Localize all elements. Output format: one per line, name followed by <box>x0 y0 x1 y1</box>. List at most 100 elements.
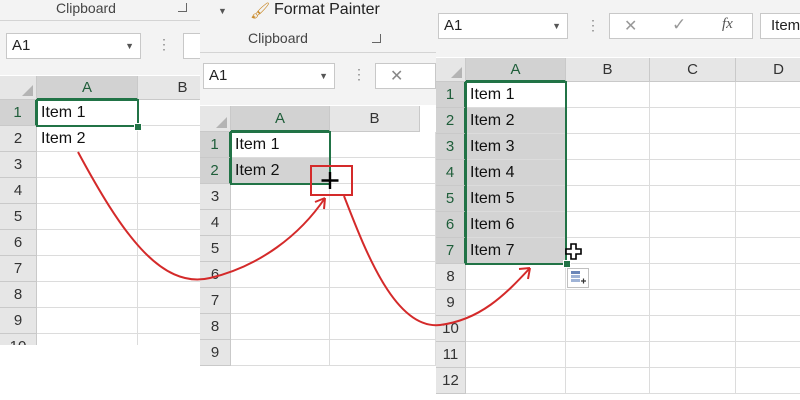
chevron-down-icon[interactable]: ▼ <box>319 64 328 88</box>
cell-c9[interactable] <box>650 290 736 316</box>
cell-a4[interactable] <box>37 178 138 204</box>
row-header-4[interactable]: 4 <box>0 178 37 204</box>
cell-a3[interactable] <box>37 152 138 178</box>
fill-handle[interactable] <box>134 123 142 131</box>
cell-a9[interactable] <box>466 290 566 316</box>
cell-d6[interactable] <box>736 212 800 238</box>
row-header-3[interactable]: 3 <box>436 134 466 160</box>
cell-b2[interactable] <box>138 126 200 152</box>
cell-a6[interactable]: Item 6 <box>466 212 566 238</box>
cell-b3[interactable] <box>566 134 650 160</box>
row-header-3[interactable]: 3 <box>200 184 231 210</box>
cell-a8[interactable] <box>231 314 330 340</box>
cell-a9[interactable] <box>37 308 138 334</box>
cell-a4[interactable]: Item 4 <box>466 160 566 186</box>
cell-b1[interactable] <box>330 132 436 158</box>
cell-b4[interactable] <box>566 160 650 186</box>
name-box[interactable]: A1 ▼ <box>6 33 141 59</box>
cell-b9[interactable] <box>330 340 436 366</box>
worksheet-grid[interactable]: A B 1 2 3 4 5 6 7 8 9 Item 1 Item 2 <box>200 106 436 380</box>
cell-c5[interactable] <box>650 186 736 212</box>
select-all-corner[interactable] <box>200 106 231 132</box>
dialog-launcher-icon[interactable] <box>372 34 381 43</box>
column-header-a[interactable]: A <box>37 76 138 100</box>
row-header-2[interactable]: 2 <box>0 126 37 152</box>
cell-d7[interactable] <box>736 238 800 264</box>
cell-a5[interactable] <box>37 204 138 230</box>
cell-b7[interactable] <box>138 256 200 282</box>
cell-d3[interactable] <box>736 134 800 160</box>
cell-b6[interactable] <box>566 212 650 238</box>
cell-b6[interactable] <box>138 230 200 256</box>
column-header-a[interactable]: A <box>231 106 330 132</box>
cell-a2[interactable]: Item 2 <box>466 108 566 134</box>
cell-a7[interactable] <box>37 256 138 282</box>
cell-d1[interactable] <box>736 82 800 108</box>
insert-function-icon[interactable]: fx <box>722 16 733 33</box>
row-header-9[interactable]: 9 <box>0 308 37 334</box>
dialog-launcher-icon[interactable] <box>178 3 187 12</box>
cell-c2[interactable] <box>650 108 736 134</box>
more-options-icon[interactable]: ⋮ <box>352 66 366 83</box>
select-all-corner[interactable] <box>436 58 466 82</box>
cell-a7[interactable] <box>231 288 330 314</box>
column-header-b[interactable]: B <box>138 76 200 100</box>
cell-c6[interactable] <box>650 212 736 238</box>
cell-a5[interactable] <box>231 236 330 262</box>
enter-check-icon[interactable]: ✓ <box>672 15 686 35</box>
cell-b8[interactable] <box>330 314 436 340</box>
worksheet-grid[interactable]: A B 1 2 3 4 5 6 7 8 9 10 Item 1 Item 2 <box>0 76 200 345</box>
cell-b8[interactable] <box>138 282 200 308</box>
cell-a2[interactable]: Item 2 <box>37 126 138 152</box>
cell-b3[interactable] <box>138 152 200 178</box>
cell-b7[interactable] <box>330 288 436 314</box>
cell-a5[interactable]: Item 5 <box>466 186 566 212</box>
cell-b4[interactable] <box>138 178 200 204</box>
cell-d10[interactable] <box>736 316 800 342</box>
format-painter-icon[interactable]: 🖌 <box>250 1 270 21</box>
cell-b2[interactable] <box>330 158 436 184</box>
row-header-7[interactable]: 7 <box>436 238 466 264</box>
cell-b5[interactable] <box>330 236 436 262</box>
row-header-10[interactable]: 10 <box>436 316 466 342</box>
row-header-4[interactable]: 4 <box>200 210 231 236</box>
cell-b6[interactable] <box>330 262 436 288</box>
cell-c12[interactable] <box>650 368 736 394</box>
cell-b2[interactable] <box>566 108 650 134</box>
cell-d8[interactable] <box>736 264 800 290</box>
formula-input[interactable] <box>183 33 200 59</box>
row-header-12[interactable]: 12 <box>436 368 466 394</box>
row-header-6[interactable]: 6 <box>200 262 231 288</box>
cell-d5[interactable] <box>736 186 800 212</box>
row-header-2[interactable]: 2 <box>200 158 231 184</box>
cell-b5[interactable] <box>566 186 650 212</box>
fill-handle[interactable] <box>563 260 571 268</box>
row-header-11[interactable]: 11 <box>436 342 466 368</box>
cell-a9[interactable] <box>231 340 330 366</box>
column-header-b[interactable]: B <box>566 58 650 82</box>
more-options-icon[interactable]: ⋮ <box>586 17 600 34</box>
cell-a4[interactable] <box>231 210 330 236</box>
row-header-7[interactable]: 7 <box>200 288 231 314</box>
row-header-6[interactable]: 6 <box>0 230 37 256</box>
row-header-1[interactable]: 1 <box>200 132 231 158</box>
more-options-icon[interactable]: ⋮ <box>157 36 171 53</box>
cell-b4[interactable] <box>330 210 436 236</box>
name-box[interactable]: A1 ▼ <box>203 63 335 89</box>
formula-input[interactable]: Item <box>760 13 800 39</box>
format-painter-label[interactable]: Format Painter <box>274 1 380 19</box>
column-header-d[interactable]: D <box>736 58 800 82</box>
cell-b9[interactable] <box>566 290 650 316</box>
worksheet-grid[interactable]: A B C D 1 2 3 4 5 6 7 8 9 10 11 12 Item … <box>436 58 800 400</box>
row-header-9[interactable]: 9 <box>436 290 466 316</box>
row-header-8[interactable]: 8 <box>200 314 231 340</box>
cell-d11[interactable] <box>736 342 800 368</box>
cell-b10[interactable] <box>566 316 650 342</box>
cell-a8[interactable] <box>466 264 566 290</box>
row-header-1[interactable]: 1 <box>436 82 466 108</box>
cell-a11[interactable] <box>466 342 566 368</box>
cell-b12[interactable] <box>566 368 650 394</box>
cell-a3[interactable] <box>231 184 330 210</box>
row-header-6[interactable]: 6 <box>436 212 466 238</box>
cell-a10[interactable] <box>37 334 138 345</box>
